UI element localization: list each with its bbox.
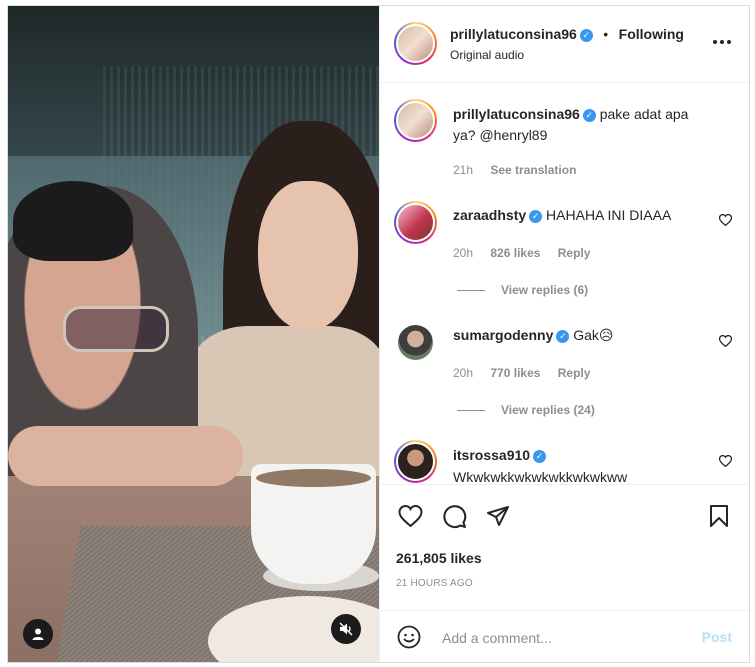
comment-icon [442, 504, 466, 528]
comment-text: Gak😥 [573, 327, 614, 343]
add-comment-bar: Post [380, 610, 749, 662]
author-username[interactable]: prillylatuconsina96 [450, 26, 577, 42]
comment-time[interactable]: 20h [453, 246, 473, 260]
comment-text: Wkwkwkkwkwkwkkwkwkww [453, 469, 628, 483]
comment-input[interactable] [440, 625, 684, 651]
reply-button[interactable]: Reply [558, 246, 591, 260]
caption-avatar[interactable] [394, 99, 437, 142]
verified-icon: ✓ [556, 330, 570, 343]
comment-time[interactable]: 20h [453, 366, 473, 380]
more-icon [713, 40, 731, 44]
verified-icon: ✓ [582, 109, 596, 122]
commenter-avatar[interactable] [394, 321, 437, 364]
view-replies-button[interactable]: View replies (24) [457, 403, 595, 417]
commenter-username[interactable]: sumargodenny [453, 327, 553, 343]
audio-label[interactable]: Original audio [450, 48, 524, 62]
mute-button[interactable] [331, 614, 361, 644]
post-comment-button[interactable]: Post [702, 629, 732, 645]
commenter-avatar[interactable] [394, 201, 437, 244]
divider-line [457, 409, 485, 411]
verified-icon: ✓ [579, 29, 593, 42]
author-avatar[interactable] [394, 22, 437, 65]
commenter-username[interactable]: itsrossa910 [453, 447, 530, 463]
reel-video[interactable] [8, 6, 379, 662]
post-actions: 261,805 likes 21 HOURS AGO [380, 484, 749, 610]
save-button[interactable] [705, 502, 733, 530]
view-replies-button[interactable]: View replies (6) [457, 283, 588, 297]
video-scene-man-hair [13, 181, 133, 261]
like-comment-heart-icon[interactable] [719, 214, 732, 226]
user-icon [32, 628, 44, 640]
likes-count[interactable]: 261,805 likes [396, 550, 482, 566]
following-button[interactable]: Following [619, 26, 684, 42]
mute-icon [339, 622, 353, 636]
verified-icon: ✓ [533, 450, 547, 463]
share-button[interactable] [484, 502, 512, 530]
post-modal: prillylatuconsina96 ✓ • Following Origina… [7, 5, 750, 663]
share-icon [487, 506, 509, 526]
comment-button[interactable] [440, 502, 468, 530]
comment-text: HAHAHA INI DIAAA [546, 207, 672, 223]
caption-text-line2: ya? @henryl89 [453, 127, 548, 143]
emoji-button[interactable] [396, 624, 422, 650]
post-timestamp[interactable]: 21 HOURS AGO [396, 578, 473, 589]
comments-list[interactable]: prillylatuconsina96 ✓ pake adat apa ya? @… [380, 83, 749, 483]
caption-time[interactable]: 21h [453, 163, 473, 177]
heart-icon [397, 505, 423, 527]
view-replies-label: View replies (24) [501, 403, 595, 417]
caption-username[interactable]: prillylatuconsina96 [453, 106, 580, 122]
comment-item: sumargodenny ✓ Gak😥 20h 770 likes Reply V… [380, 316, 749, 436]
bookmark-icon [710, 505, 728, 527]
view-replies-label: View replies (6) [501, 283, 589, 297]
emoji-icon [397, 625, 421, 649]
video-scene-cup-top [251, 464, 376, 492]
reply-button[interactable]: Reply [558, 366, 591, 380]
video-scene-glasses [63, 306, 169, 352]
like-comment-heart-icon[interactable] [719, 455, 732, 467]
like-button[interactable] [396, 502, 424, 530]
comment-likes[interactable]: 770 likes [490, 366, 540, 380]
caption-text-line1: pake adat apa [599, 106, 689, 122]
verified-icon: ✓ [529, 210, 543, 223]
post-header: prillylatuconsina96 ✓ • Following Origina… [380, 6, 749, 83]
video-scene-arm [8, 426, 243, 486]
comment-item: zaraadhsty ✓ HAHAHA INI DIAAA 20h 826 lik… [380, 196, 749, 316]
video-scene-woman-face [258, 181, 358, 331]
divider-line [457, 289, 485, 291]
more-options-button[interactable] [710, 32, 734, 52]
commenter-username[interactable]: zaraadhsty [453, 207, 526, 223]
post-details-panel: prillylatuconsina96 ✓ • Following Origina… [379, 6, 749, 662]
see-translation-link[interactable]: See translation [490, 163, 576, 177]
separator-dot: • [603, 26, 609, 42]
like-comment-heart-icon[interactable] [719, 335, 732, 347]
caption-item: prillylatuconsina96 ✓ pake adat apa ya? @… [380, 83, 749, 193]
commenter-avatar[interactable] [394, 440, 437, 483]
tagged-users-button[interactable] [23, 619, 53, 649]
comment-item: itsrossa910 ✓ Wkwkwkkwkwkwkkwkwkww [380, 436, 749, 483]
comment-likes[interactable]: 826 likes [490, 246, 540, 260]
